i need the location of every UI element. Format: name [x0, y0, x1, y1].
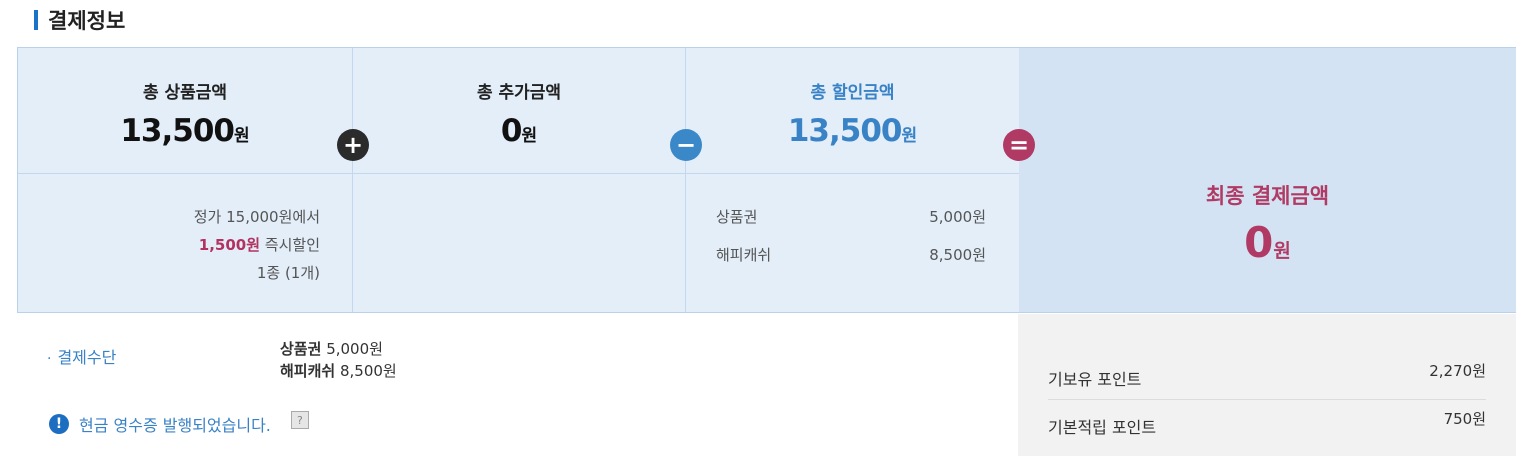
discount-amount-value: 13,500원 — [787, 113, 918, 149]
product-amount-label: 총 상품금액 — [142, 83, 228, 103]
section-title: 결제정보 — [34, 6, 125, 34]
product-amount-value: 13,500원 — [120, 113, 250, 149]
help-icon[interactable]: ? — [290, 411, 309, 429]
discount-amount-column: 총 할인금액 13,500원 상품권 5,000원 해피캐쉬 8,500원 — [686, 48, 1019, 312]
list-item: 상품권 5,000원 — [280, 340, 383, 358]
extra-amount-label: 총 추가금액 — [476, 83, 562, 103]
product-amount-column: 총 상품금액 13,500원 정가 15,000원에서 1,500원 즉시할인 … — [18, 48, 353, 312]
payment-method-panel: · 결제수단 상품권 5,000원 해피캐쉬 8,500원 ! 현금 영수증 발행… — [17, 314, 1018, 456]
discount-row: 상품권 5,000원 — [716, 208, 986, 226]
extra-amount-value: 0원 — [500, 113, 538, 149]
instant-discount-amount: 1,500원 — [198, 236, 261, 254]
info-icon: ! — [49, 414, 69, 434]
list-item: 해피캐쉬 8,500원 — [280, 362, 397, 380]
final-amount-column: 최종 결제금액 0원 — [1019, 48, 1516, 312]
bullet-icon: · — [47, 351, 52, 367]
equals-icon: = — [1003, 129, 1035, 161]
final-amount-label: 최종 결제금액 — [1205, 184, 1330, 208]
payment-method-list: 상품권 5,000원 해피캐쉬 8,500원 — [280, 338, 397, 382]
points-panel: 기보유 포인트 2,270원 기본적립 포인트 750원 — [1018, 314, 1516, 456]
minus-icon: − — [670, 129, 702, 161]
page-title: 결제정보 — [48, 9, 126, 33]
divider — [1048, 399, 1486, 400]
cash-receipt-notice: ! 현금 영수증 발행되었습니다. ? — [49, 411, 309, 436]
payment-method-label: · 결제수단 — [47, 348, 117, 367]
discount-amount-label: 총 할인금액 — [810, 83, 895, 103]
final-amount-value: 0원 — [1244, 218, 1291, 267]
points-row: 기본적립 포인트 750원 — [1048, 410, 1486, 437]
discount-row: 해피캐쉬 8,500원 — [716, 246, 986, 264]
title-bar-marker — [34, 10, 38, 30]
extra-amount-column: 총 추가금액 0원 — [353, 48, 686, 312]
plus-icon: + — [337, 129, 369, 161]
points-row: 기보유 포인트 2,270원 — [1048, 362, 1486, 389]
product-amount-detail: 정가 15,000원에서 1,500원 즉시할인 1종 (1개) — [193, 208, 320, 282]
payment-summary: 총 상품금액 13,500원 정가 15,000원에서 1,500원 즉시할인 … — [17, 47, 1516, 313]
